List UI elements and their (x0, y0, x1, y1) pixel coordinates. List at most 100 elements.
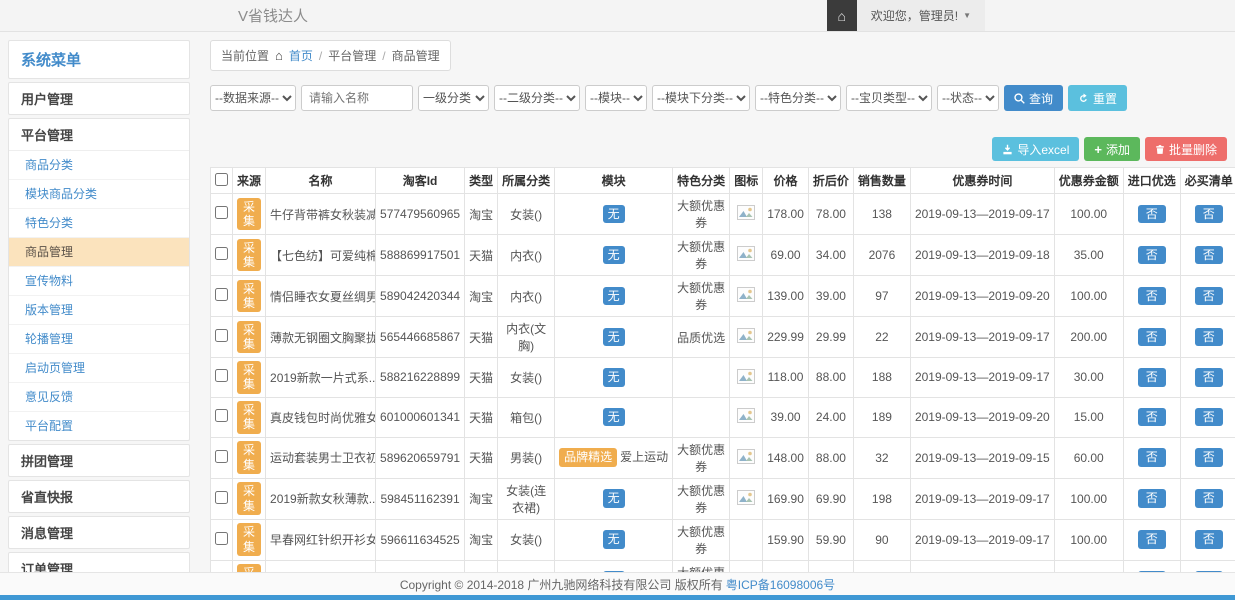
module-badge: 品牌精选 (559, 448, 617, 466)
must-buy-toggle[interactable]: 否 (1195, 489, 1223, 507)
sidebar-item[interactable]: 平台配置 (9, 412, 189, 440)
sidebar-group-header[interactable]: 用户管理 (9, 83, 189, 114)
column-header: 类型 (465, 168, 498, 194)
row-checkbox[interactable] (215, 369, 228, 382)
sidebar-item[interactable]: 启动页管理 (9, 354, 189, 383)
discount-price: 34.00 (808, 235, 853, 276)
row-checkbox[interactable] (215, 409, 228, 422)
search-button[interactable]: 查询 (1004, 85, 1063, 111)
table-row: 采集2019新款女秋薄款...598451162391淘宝女装(连衣裙)无大额优… (211, 478, 1235, 519)
batch-delete-button[interactable]: 批量删除 (1145, 137, 1227, 161)
feature-category: 大额优惠券 (673, 276, 730, 317)
filter-name-input[interactable] (301, 85, 413, 111)
product-type: 天猫 (465, 235, 498, 276)
sidebar-item[interactable]: 模块商品分类 (9, 180, 189, 209)
row-checkbox[interactable] (215, 532, 228, 545)
sidebar-item[interactable]: 商品分类 (9, 151, 189, 180)
source-cell: 采集 (233, 194, 266, 235)
product-image-icon (736, 287, 756, 303)
sidebar-item[interactable]: 特色分类 (9, 209, 189, 238)
sidebar-item[interactable]: 版本管理 (9, 296, 189, 325)
filter-data-source-select[interactable]: --数据来源-- (210, 85, 296, 111)
product-name: 【港风】单肩斜挎链条... (266, 560, 376, 572)
import-select-toggle[interactable]: 否 (1138, 530, 1166, 548)
module-badge: 无 (603, 287, 625, 305)
source-badge: 采集 (237, 280, 261, 313)
filter-module-subcategory-select[interactable]: --模块下分类-- (652, 85, 750, 111)
module-badge: 无 (603, 530, 625, 548)
coupon-time: 2019-09-13—2019-09-17 (910, 519, 1054, 560)
sidebar-group-header[interactable]: 订单管理 (9, 553, 189, 572)
must-buy-toggle[interactable]: 否 (1195, 287, 1223, 305)
reset-button[interactable]: 重置 (1068, 85, 1127, 111)
taoke-id: 589042420344 (376, 276, 465, 317)
must-buy-toggle[interactable]: 否 (1195, 408, 1223, 426)
row-checkbox[interactable] (215, 329, 228, 342)
home-button[interactable]: ⌂ (827, 0, 857, 31)
source-badge: 采集 (237, 239, 261, 272)
filter-level1-category-select[interactable]: 一级分类 (418, 85, 489, 111)
row-checkbox[interactable] (215, 206, 228, 219)
price: 229.99 (763, 317, 809, 358)
must-buy-toggle[interactable]: 否 (1195, 328, 1223, 346)
module-cell: 无 (555, 317, 673, 358)
breadcrumb-item-platform[interactable]: 平台管理 (328, 47, 376, 64)
source-cell: 采集 (233, 235, 266, 276)
sidebar-group-header[interactable]: 省直快报 (9, 481, 189, 512)
import-select-toggle[interactable]: 否 (1138, 287, 1166, 305)
breadcrumb-home-link[interactable]: 首页 (289, 47, 313, 64)
icp-link[interactable]: 粤ICP备16098006号 (726, 576, 835, 593)
add-button[interactable]: + 添加 (1084, 137, 1140, 161)
column-header: 图标 (730, 168, 763, 194)
must-buy-toggle[interactable]: 否 (1195, 205, 1223, 223)
sidebar-item[interactable]: 意见反馈 (9, 383, 189, 412)
search-button-label: 查询 (1029, 90, 1053, 107)
checkbox-cell (211, 317, 233, 358)
row-checkbox[interactable] (215, 247, 228, 260)
module-cell: 无 (555, 276, 673, 317)
source-cell: 采集 (233, 478, 266, 519)
filter-feature-category-select[interactable]: --特色分类-- (755, 85, 841, 111)
sidebar-item[interactable]: 商品管理 (9, 238, 189, 267)
source-badge: 采集 (237, 482, 261, 515)
module-cell: 无 (555, 194, 673, 235)
filter-module-select[interactable]: --模块-- (585, 85, 647, 111)
product-name: 运动套装男士卫衣初秋... (266, 437, 376, 478)
price: 79.90 (763, 560, 809, 572)
home-icon: ⌂ (275, 48, 283, 63)
must-buy-toggle[interactable]: 否 (1195, 368, 1223, 386)
product-image-icon (736, 448, 756, 464)
sidebar-group-header[interactable]: 消息管理 (9, 517, 189, 548)
column-header: 折后价 (808, 168, 853, 194)
must-buy-cell: 否 (1180, 194, 1235, 235)
import-select-toggle[interactable]: 否 (1138, 408, 1166, 426)
row-checkbox[interactable] (215, 450, 228, 463)
import-excel-button[interactable]: 导入excel (992, 137, 1079, 161)
copyright-text: Copyright © 2014-2018 广州九驰网络科技有限公司 版权所有 (400, 576, 723, 593)
sidebar-item[interactable]: 轮播管理 (9, 325, 189, 354)
product-image-icon (736, 408, 756, 424)
import-select-toggle[interactable]: 否 (1138, 205, 1166, 223)
product-type: 淘宝 (465, 276, 498, 317)
sidebar-item[interactable]: 宣传物料 (9, 267, 189, 296)
must-buy-toggle[interactable]: 否 (1195, 448, 1223, 466)
icon-cell (730, 358, 763, 398)
import-select-toggle[interactable]: 否 (1138, 368, 1166, 386)
import-select-toggle[interactable]: 否 (1138, 489, 1166, 507)
filter-status-select[interactable]: --状态-- (937, 85, 999, 111)
filter-item-type-select[interactable]: --宝贝类型-- (846, 85, 932, 111)
user-menu[interactable]: 欢迎您，管理员! ▼ (857, 0, 985, 31)
import-select-toggle[interactable]: 否 (1138, 448, 1166, 466)
must-buy-toggle[interactable]: 否 (1195, 246, 1223, 264)
row-checkbox[interactable] (215, 288, 228, 301)
import-select-toggle[interactable]: 否 (1138, 246, 1166, 264)
sidebar-menu: 用户管理平台管理商品分类模块商品分类特色分类商品管理宣传物料版本管理轮播管理启动… (8, 82, 190, 572)
import-select-toggle[interactable]: 否 (1138, 328, 1166, 346)
must-buy-toggle[interactable]: 否 (1195, 530, 1223, 548)
filter-level2-category-select[interactable]: --二级分类-- (494, 85, 580, 111)
select-all-checkbox[interactable] (215, 173, 228, 186)
sidebar-group-header[interactable]: 平台管理 (9, 119, 189, 150)
sidebar-group-header[interactable]: 拼团管理 (9, 445, 189, 476)
taoke-id: 577479560965 (376, 194, 465, 235)
row-checkbox[interactable] (215, 491, 228, 504)
